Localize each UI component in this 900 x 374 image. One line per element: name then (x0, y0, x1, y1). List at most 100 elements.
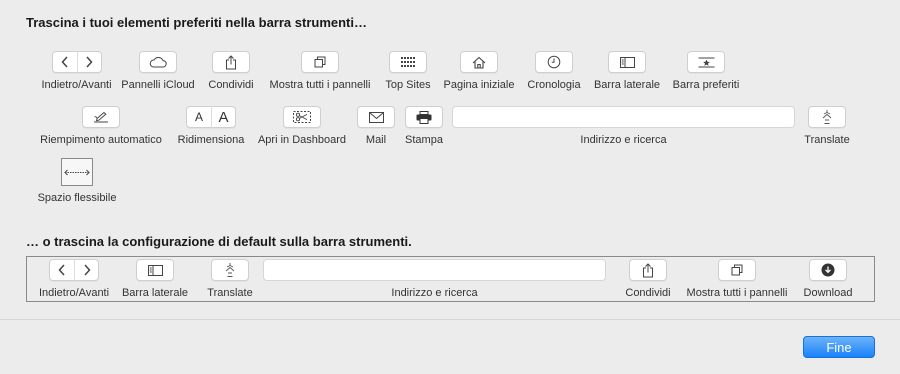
show-all-tabs-label: Mostra tutti i pannelli (269, 79, 371, 91)
autofill-button[interactable] (82, 106, 120, 128)
top-sites-button[interactable] (389, 51, 427, 73)
home-button[interactable] (460, 51, 498, 73)
autofill-item[interactable]: Riempimento automatico (34, 106, 168, 147)
clock-icon (547, 55, 561, 69)
back-icon (50, 259, 74, 281)
autofill-icon (93, 111, 109, 123)
icloud-label: Pannelli iCloud (121, 79, 195, 91)
text-size-button[interactable]: A A (186, 106, 236, 128)
flexible-space-item[interactable]: Spazio flessibile (34, 158, 120, 205)
download-icon (821, 263, 835, 277)
mail-button[interactable] (357, 106, 395, 128)
mail-label: Mail (365, 134, 387, 146)
share-label: Condividi (208, 79, 254, 91)
back-forward-label: Indietro/Avanti (41, 79, 112, 91)
default-address-field (263, 259, 606, 281)
back-forward-button[interactable] (51, 51, 102, 73)
text-smaller-icon: A (194, 110, 203, 124)
scissors-icon (293, 111, 311, 123)
cloud-icon (149, 56, 167, 68)
default-back-forward-button (49, 259, 99, 281)
double-arrow-icon (64, 163, 90, 181)
default-translate-item: Translate (204, 259, 256, 300)
history-item[interactable]: Cronologia (523, 51, 585, 92)
printer-icon (416, 110, 432, 124)
address-label: Indirizzo e ricerca (580, 134, 667, 146)
print-label: Stampa (405, 134, 443, 146)
default-sidebar-button (136, 259, 174, 281)
print-item[interactable]: Stampa (403, 106, 445, 147)
sidebar-label: Barra laterale (593, 79, 661, 91)
grid-icon (401, 57, 415, 67)
flexible-space-button[interactable] (61, 158, 93, 186)
tabs-icon (731, 264, 743, 276)
favorites-button[interactable] (687, 51, 725, 73)
sidebar-icon (619, 56, 635, 68)
back-icon (53, 51, 77, 73)
default-show-all-tabs-button (718, 259, 756, 281)
default-show-all-tabs-item: Mostra tutti i pannelli (680, 259, 794, 300)
default-share-item: Condividi (622, 259, 674, 300)
top-sites-label: Top Sites (385, 79, 431, 91)
default-sidebar-item: Barra laterale (118, 259, 192, 300)
history-label: Cronologia (527, 79, 581, 91)
tabs-icon (314, 56, 326, 68)
default-download-item: Download (799, 259, 857, 300)
text-size-label: Ridimensiona (177, 134, 245, 146)
default-sidebar-label: Barra laterale (121, 287, 189, 299)
default-address-item: Indirizzo e ricerca (263, 259, 606, 300)
mail-item[interactable]: Mail (357, 106, 395, 147)
history-button[interactable] (535, 51, 573, 73)
default-share-button (629, 259, 667, 281)
home-label: Pagina iniziale (443, 79, 515, 91)
translate-icon (821, 109, 833, 125)
home-item[interactable]: Pagina iniziale (439, 51, 519, 92)
share-icon (642, 262, 654, 278)
default-translate-button (211, 259, 249, 281)
forward-icon (74, 259, 98, 281)
translate-item[interactable]: Translate (801, 106, 853, 147)
icloud-button[interactable] (139, 51, 177, 73)
translate-button[interactable] (808, 106, 846, 128)
footer-divider (0, 319, 900, 320)
default-toolbar-set[interactable]: Indietro/Avanti Barra laterale Translate… (26, 256, 875, 302)
favorites-item[interactable]: Barra preferiti (668, 51, 744, 92)
translate-label: Translate (804, 134, 850, 146)
dashboard-item[interactable]: Apri in Dashboard (253, 106, 351, 147)
share-button[interactable] (212, 51, 250, 73)
flexible-space-label: Spazio flessibile (37, 192, 117, 204)
sidebar-button[interactable] (608, 51, 646, 73)
default-address-label: Indirizzo e ricerca (391, 287, 478, 299)
palette-title: Trascina i tuoi elementi preferiti nella… (26, 15, 367, 30)
envelope-icon (368, 111, 384, 123)
print-button[interactable] (405, 106, 443, 128)
favorites-label: Barra preferiti (672, 79, 740, 91)
back-forward-item[interactable]: Indietro/Avanti (34, 51, 119, 92)
done-button[interactable]: Fine (803, 336, 875, 358)
default-share-label: Condividi (625, 287, 671, 299)
show-all-tabs-item[interactable]: Mostra tutti i pannelli (263, 51, 377, 92)
autofill-label: Riempimento automatico (40, 134, 162, 146)
sidebar-icon (147, 264, 163, 276)
default-download-label: Download (803, 287, 853, 299)
default-translate-label: Translate (207, 287, 253, 299)
translate-icon (224, 262, 236, 278)
default-back-forward-item: Indietro/Avanti (34, 259, 114, 300)
text-bigger-icon: A (211, 106, 235, 128)
favorites-bar-icon (698, 57, 715, 68)
text-size-item[interactable]: A A Ridimensiona (174, 106, 248, 147)
top-sites-item[interactable]: Top Sites (382, 51, 434, 92)
default-download-button (809, 259, 847, 281)
default-show-all-tabs-label: Mostra tutti i pannelli (686, 287, 788, 299)
dashboard-label: Apri in Dashboard (257, 134, 347, 146)
default-back-forward-label: Indietro/Avanti (38, 287, 110, 299)
sidebar-item[interactable]: Barra laterale (590, 51, 664, 92)
share-icon (225, 54, 237, 70)
show-all-tabs-button[interactable] (301, 51, 339, 73)
address-item[interactable]: Indirizzo e ricerca (452, 106, 795, 147)
dashboard-button[interactable] (283, 106, 321, 128)
address-field[interactable] (452, 106, 795, 128)
icloud-item[interactable]: Pannelli iCloud (118, 51, 198, 92)
home-icon (472, 56, 486, 69)
share-item[interactable]: Condividi (205, 51, 257, 92)
